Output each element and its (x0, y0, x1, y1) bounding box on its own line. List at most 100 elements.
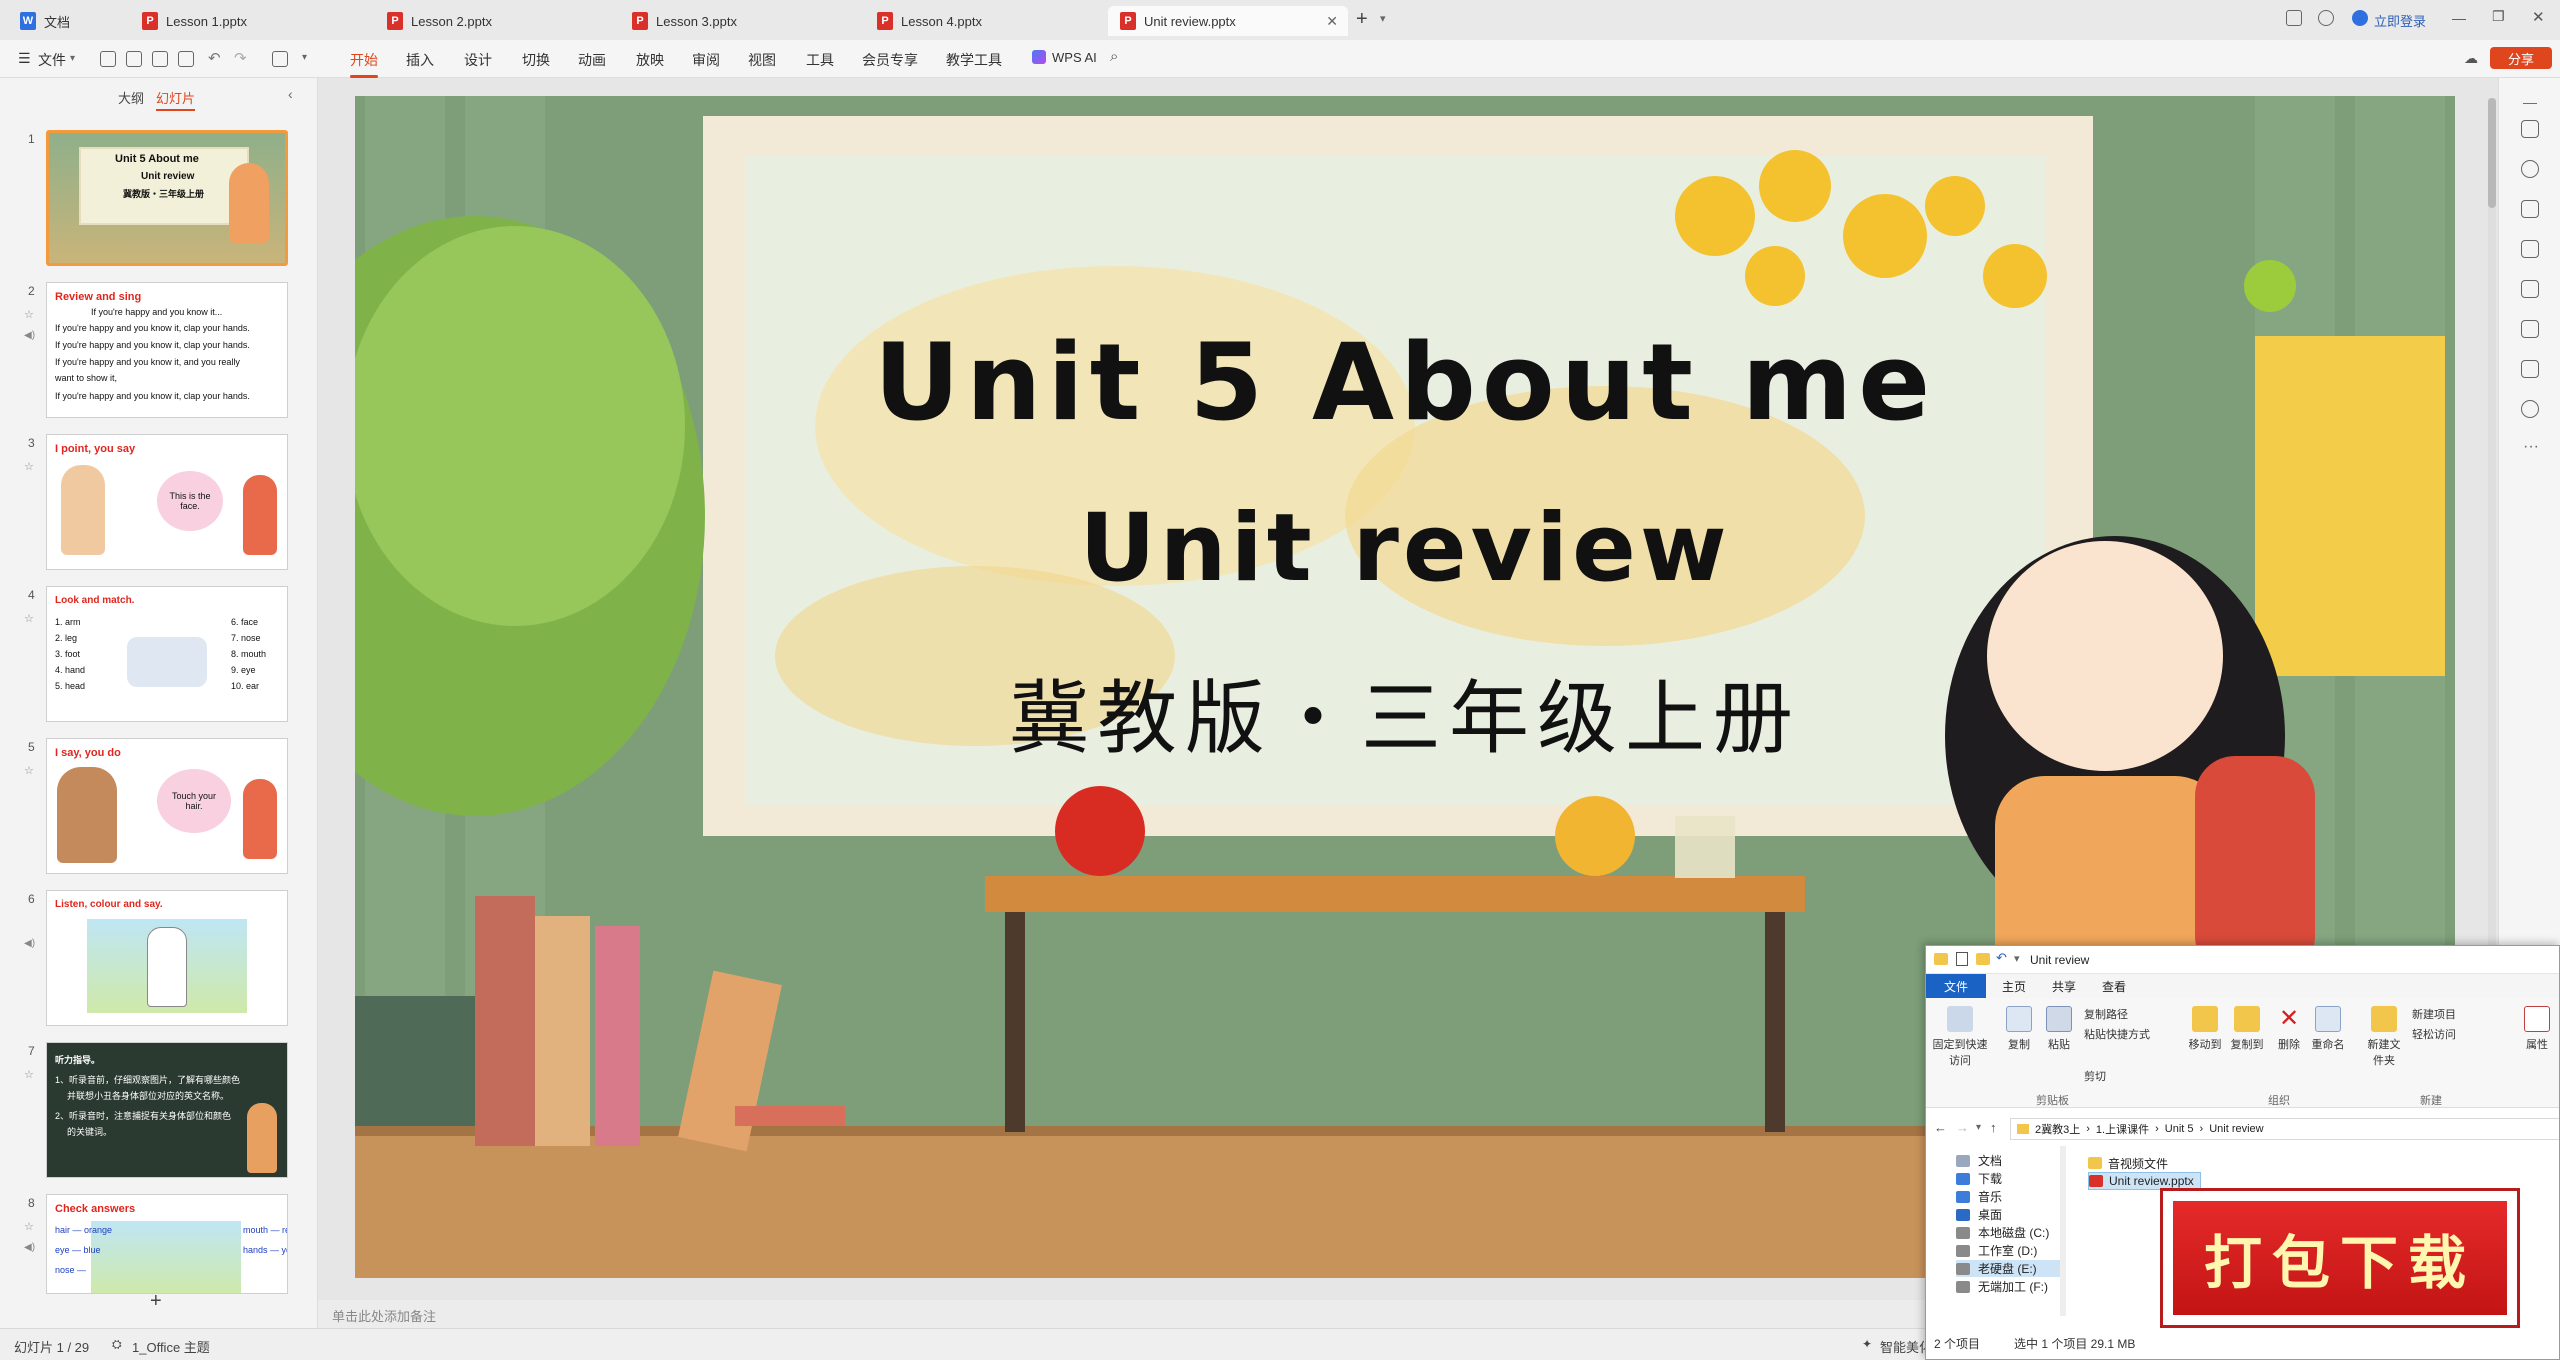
help-icon[interactable] (2521, 400, 2539, 418)
tab-lesson-1[interactable]: P Lesson 1.pptx (130, 6, 370, 36)
tab-lesson-4[interactable]: P Lesson 4.pptx (865, 6, 1105, 36)
add-slide-button[interactable]: + (150, 1290, 162, 1313)
new-folder-button[interactable]: 新建文件夹 (2366, 1006, 2402, 1068)
copy-button[interactable]: 复制 (2002, 1006, 2036, 1052)
nav-music[interactable]: 音乐 (1956, 1188, 2002, 1205)
tab-share[interactable]: 共享 (2052, 978, 2076, 995)
theme-name[interactable]: 1_Office 主题 (132, 1337, 210, 1356)
move-to-button[interactable]: 移动到 (2188, 1006, 2222, 1052)
delete-button[interactable]: ✕ 删除 (2274, 1006, 2304, 1052)
user-avatar-icon[interactable] (2352, 10, 2368, 26)
menu-teaching-tools[interactable]: 教学工具 (946, 50, 1002, 70)
redo-icon[interactable]: ↷ (234, 49, 247, 67)
copy-icon[interactable] (2521, 200, 2539, 218)
print-icon[interactable] (152, 51, 168, 67)
image-icon[interactable] (2521, 240, 2539, 258)
slide-thumbnail-4[interactable]: Look and match. 1. arm 2. leg 3. foot 4.… (46, 586, 288, 722)
tab-home[interactable]: 主页 (2002, 978, 2026, 995)
chevron-down-icon[interactable]: ▾ (1380, 12, 1386, 25)
slide-thumbnail-3[interactable]: I point, you say This is the face. (46, 434, 288, 570)
slide-thumbnail-6[interactable]: Listen, colour and say. (46, 890, 288, 1026)
share-button[interactable]: 分享 (2490, 47, 2552, 69)
adjust-icon[interactable] (2521, 120, 2539, 138)
scrollbar-thumb[interactable] (2488, 98, 2496, 208)
breadcrumb-item[interactable]: Unit 5 (2165, 1123, 2194, 1135)
nav-drive-f[interactable]: 无端加工 (F:) (1956, 1278, 2048, 1295)
address-bar[interactable]: ← → ▾ ↑ 2冀教3上 › 1.上课课件 › Unit 5 › Unit revi… (1926, 1116, 2559, 1142)
rename-button[interactable]: 重命名 (2310, 1006, 2346, 1052)
new-tab-icon[interactable]: + (1356, 8, 1368, 31)
back-icon[interactable]: ← (1934, 1120, 1947, 1135)
star-icon[interactable]: ☆ (24, 612, 34, 625)
chevron-down-icon[interactable]: ▾ (2014, 952, 2020, 965)
chevron-down-icon[interactable]: ▾ (70, 53, 75, 64)
easy-access-button[interactable]: 轻松访问 (2412, 1026, 2456, 1042)
tab-lesson-3[interactable]: P Lesson 3.pptx (620, 6, 860, 36)
theme-icon[interactable] (2318, 10, 2334, 26)
window-close-icon[interactable]: ✕ (2532, 8, 2545, 26)
minimize-icon[interactable]: — (2452, 10, 2466, 26)
notes-placeholder[interactable]: 单击此处添加备注 (332, 1306, 436, 1325)
nav-drive-d[interactable]: 工作室 (D:) (1956, 1242, 2037, 1259)
slide-thumbnail-5[interactable]: I say, you do Touch your hair. (46, 738, 288, 874)
nav-drive-c[interactable]: 本地磁盘 (C:) (1956, 1224, 2049, 1241)
breadcrumb[interactable]: 2冀教3上 › 1.上课课件 › Unit 5 › Unit review (2010, 1118, 2559, 1140)
restore-icon[interactable]: ❐ (2492, 8, 2505, 25)
tab-lesson-2[interactable]: P Lesson 2.pptx (375, 6, 615, 36)
magic-icon[interactable] (2521, 280, 2539, 298)
cloud-sync-icon[interactable]: ☁ (2464, 50, 2478, 67)
properties-icon[interactable] (1956, 952, 1968, 966)
star-icon[interactable]: ☆ (24, 460, 34, 473)
cut-button[interactable]: 剪切 (2084, 1068, 2106, 1084)
breadcrumb-item[interactable]: 1.上课课件 (2096, 1121, 2149, 1137)
copy-path-button[interactable]: 复制路径 (2084, 1006, 2128, 1022)
menu-tools[interactable]: 工具 (806, 50, 834, 70)
nav-downloads[interactable]: 下载 (1956, 1170, 2002, 1187)
star-icon[interactable]: ☆ (24, 764, 34, 777)
tab-unit-review[interactable]: P Unit review.pptx ✕ (1108, 6, 1348, 36)
tab-slides[interactable]: 幻灯片 (156, 88, 196, 111)
pin-quick-access-button[interactable]: 固定到快速访问 (1930, 1006, 1990, 1068)
collapse-icon[interactable]: — (2523, 94, 2537, 110)
tab-outline[interactable]: 大纲 (118, 88, 144, 107)
tab-documents[interactable]: W 文档 (8, 6, 118, 36)
copy-to-button[interactable]: 复制到 (2230, 1006, 2264, 1052)
star-icon[interactable] (2521, 160, 2539, 178)
collapse-panel-icon[interactable]: ‹ (288, 86, 293, 102)
properties-button[interactable]: 属性 (2520, 1006, 2554, 1052)
slide-thumbnail-7[interactable]: 听力指导。 1、听录音前，仔细观察图片，了解有哪些颜色 并联想小丑各身体部位对应… (46, 1042, 288, 1178)
star-icon[interactable]: ☆ (24, 308, 34, 321)
slide-thumbnail-8[interactable]: Check answers hair — orange eye — blue n… (46, 1194, 288, 1294)
export-pdf-icon[interactable] (126, 51, 142, 67)
menu-design[interactable]: 设计 (464, 50, 492, 70)
menu-wps-ai[interactable]: WPS AI (1052, 50, 1097, 65)
undo-icon[interactable]: ↶ (208, 49, 221, 67)
forward-icon[interactable]: → (1956, 1120, 1969, 1135)
undo-icon[interactable]: ↶ (1996, 950, 2007, 966)
menu-member[interactable]: 会员专享 (862, 50, 918, 70)
breadcrumb-item[interactable]: 2冀教3上 (2035, 1121, 2080, 1137)
nav-drive-e[interactable]: 老硬盘 (E:) (1956, 1260, 2060, 1277)
slide-thumbnail-1[interactable]: Unit 5 About me Unit review 冀教版・三年级上册 (46, 130, 288, 266)
menu-slideshow[interactable]: 放映 (636, 50, 664, 70)
file-row[interactable]: 音视频文件 (2088, 1154, 2168, 1172)
slide-title[interactable]: Unit 5 About me (355, 321, 2455, 444)
chevron-down-icon[interactable]: ▾ (1976, 1122, 1981, 1133)
tab-view[interactable]: 查看 (2102, 978, 2126, 995)
search-icon[interactable]: ⌕ (1110, 48, 1118, 65)
share-icon[interactable] (2521, 360, 2539, 378)
more-icon[interactable]: ··· (2523, 438, 2539, 456)
paste-shortcut-button[interactable]: 粘贴快捷方式 (2084, 1026, 2150, 1042)
slide-thumbnail-2[interactable]: Review and sing If you're happy and you … (46, 282, 288, 418)
star-icon[interactable]: ☆ (24, 1068, 34, 1081)
chevron-down-icon[interactable]: ▾ (302, 52, 307, 63)
nav-documents[interactable]: 文档 (1956, 1152, 2002, 1169)
format-painter-icon[interactable] (272, 51, 288, 67)
hamburger-icon[interactable]: ☰ (18, 50, 31, 67)
menu-animation[interactable]: 动画 (578, 50, 606, 70)
slide-subtitle[interactable]: Unit review (355, 494, 2455, 603)
menu-transitions[interactable]: 切换 (522, 50, 550, 70)
tab-file[interactable]: 文件 (1926, 974, 1986, 998)
menu-review[interactable]: 审阅 (692, 50, 720, 70)
login-link[interactable]: 立即登录 (2374, 11, 2426, 30)
